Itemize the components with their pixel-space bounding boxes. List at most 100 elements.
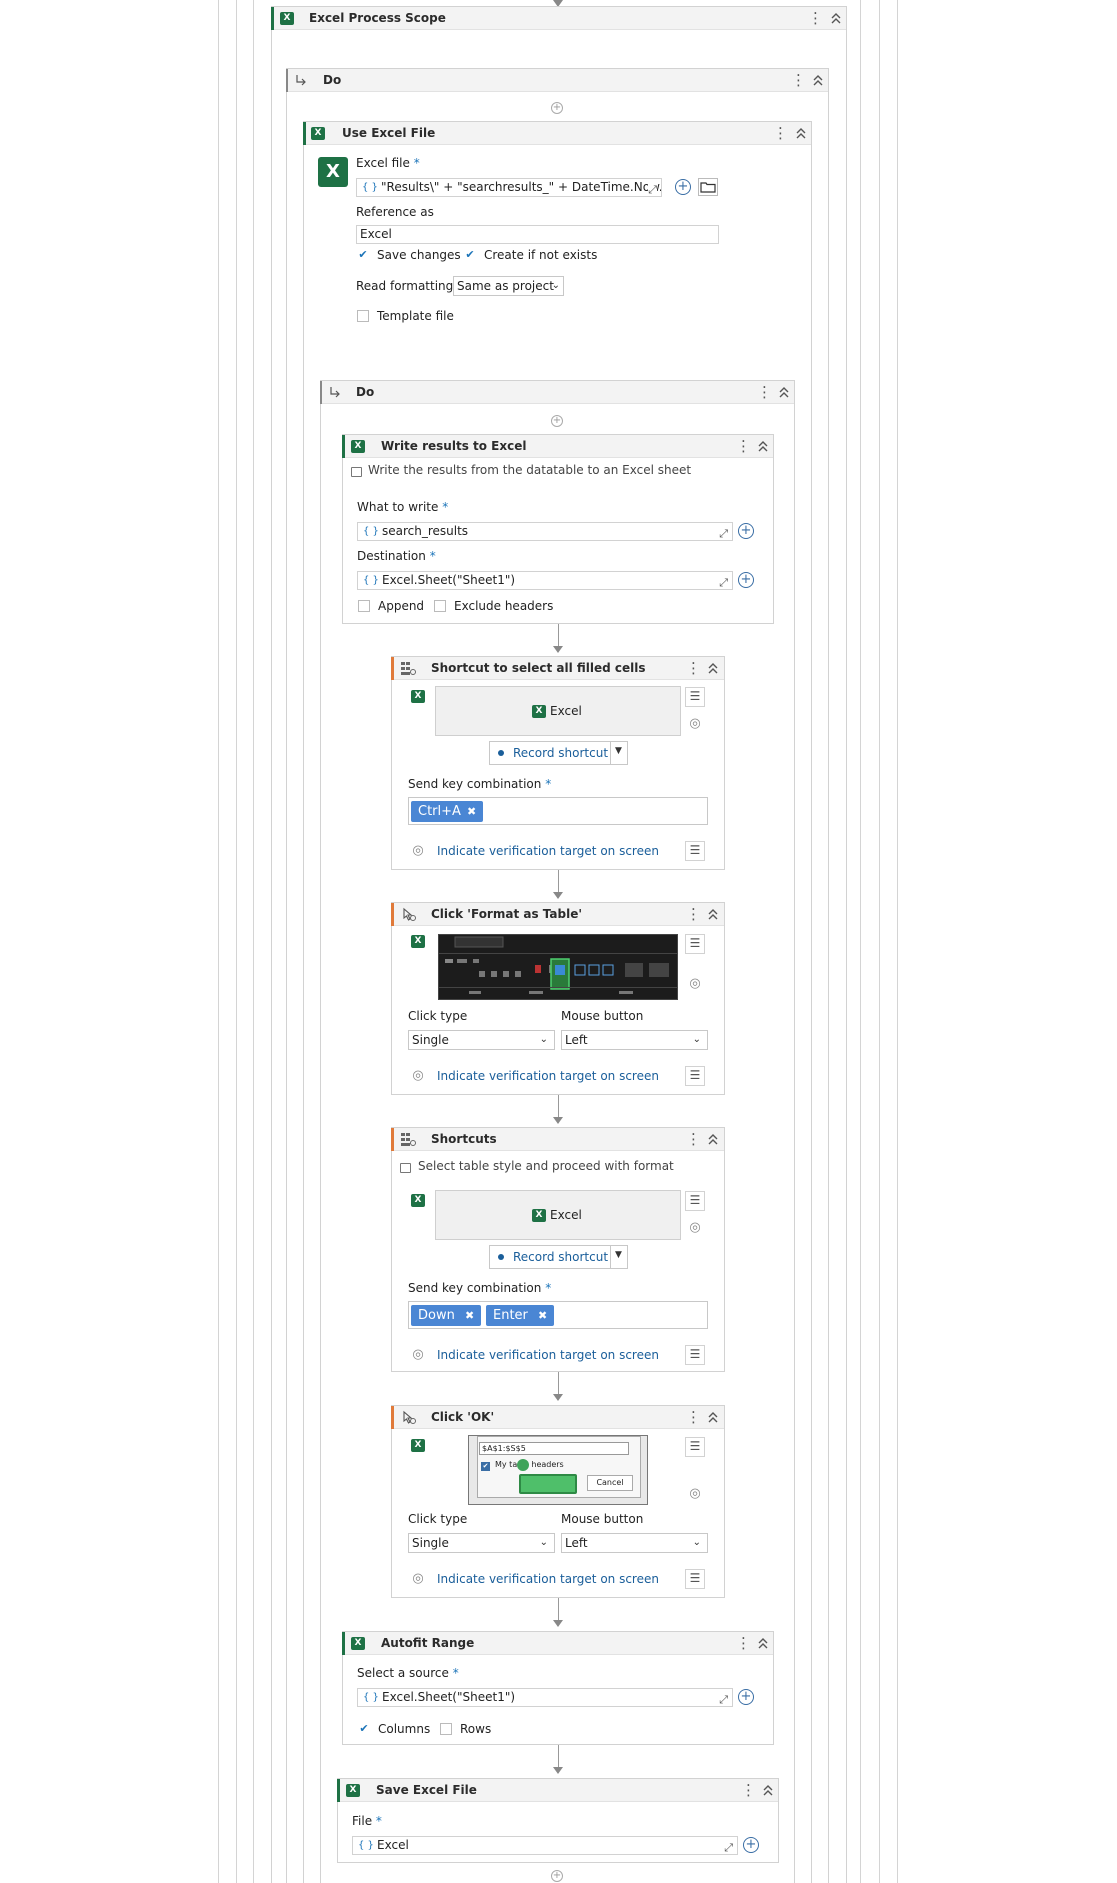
more-options-icon[interactable]: ⋮ bbox=[736, 437, 751, 455]
file-input[interactable]: { } Excel ⤢ bbox=[352, 1836, 738, 1855]
collapse-icon[interactable] bbox=[706, 1131, 720, 1147]
remove-icon[interactable]: ✖ bbox=[465, 1305, 474, 1326]
excel-icon: X bbox=[311, 127, 325, 140]
click-type-dropdown[interactable]: Single ⌄ bbox=[408, 1533, 555, 1553]
flow-connector bbox=[558, 1095, 559, 1117]
more-options-icon[interactable]: ⋮ bbox=[736, 1634, 751, 1652]
more-options-icon[interactable]: ⋮ bbox=[686, 1408, 701, 1426]
chevron-down-icon: ⌄ bbox=[551, 280, 560, 291]
expand-icon[interactable]: ⤢ bbox=[724, 1839, 733, 1854]
collapse-icon[interactable] bbox=[706, 660, 720, 676]
target-app-excel[interactable]: X Excel bbox=[435, 1190, 681, 1240]
verify-target-link[interactable]: Indicate verification target on screen bbox=[437, 844, 659, 858]
add-variable-icon[interactable]: + bbox=[738, 1689, 754, 1705]
collapse-icon[interactable] bbox=[756, 438, 770, 454]
add-variable-icon[interactable]: + bbox=[743, 1837, 759, 1853]
collapse-icon[interactable] bbox=[811, 72, 825, 88]
append-checkbox[interactable] bbox=[358, 600, 370, 612]
collapse-icon[interactable] bbox=[761, 1782, 775, 1798]
click-type-dropdown[interactable]: Single ⌄ bbox=[408, 1030, 555, 1050]
activity-title: Do bbox=[323, 73, 342, 87]
target-app-excel[interactable]: X Excel bbox=[435, 686, 681, 736]
more-options-icon[interactable]: ⋮ bbox=[757, 383, 772, 401]
add-variable-icon[interactable]: + bbox=[738, 572, 754, 588]
dropdown-arrow-icon[interactable]: ▼ bbox=[615, 1250, 622, 1260]
key-tag[interactable]: Enter ✖ bbox=[486, 1305, 554, 1326]
save-changes-checkbox[interactable]: ✔ bbox=[357, 249, 369, 261]
activity-title: Do bbox=[356, 385, 375, 399]
mouse-button-dropdown[interactable]: Left ⌄ bbox=[561, 1533, 708, 1553]
flow-arrow bbox=[553, 1394, 563, 1401]
menu-icon[interactable]: ☰ bbox=[685, 1191, 705, 1211]
menu-icon[interactable]: ☰ bbox=[685, 1569, 705, 1589]
target-icon[interactable]: ◎ bbox=[687, 1486, 703, 1502]
flow-arrow bbox=[553, 1767, 563, 1774]
target-icon[interactable]: ◎ bbox=[687, 716, 703, 732]
expand-icon[interactable]: ⤢ bbox=[719, 574, 728, 589]
template-file-checkbox[interactable] bbox=[357, 310, 369, 322]
more-options-icon[interactable]: ⋮ bbox=[686, 905, 701, 923]
menu-icon[interactable]: ☰ bbox=[685, 934, 705, 954]
read-formatting-label: Read formatting bbox=[356, 279, 454, 293]
add-activity-icon[interactable]: + bbox=[551, 1870, 563, 1882]
remove-icon[interactable]: ✖ bbox=[538, 1305, 547, 1326]
excel-file-input[interactable]: { } "Results\" + "searchresults_" + Date… bbox=[356, 178, 662, 197]
collapse-icon[interactable] bbox=[756, 1635, 770, 1651]
collapse-icon[interactable] bbox=[829, 10, 843, 26]
activity-color-bar bbox=[342, 1632, 345, 1655]
expand-icon[interactable]: ⤢ bbox=[719, 1691, 728, 1706]
menu-icon[interactable]: ☰ bbox=[685, 841, 705, 861]
click-type-label: Click type bbox=[408, 1009, 468, 1023]
record-shortcut-button[interactable]: Record shortcut ▼ bbox=[489, 741, 628, 765]
exclude-headers-checkbox[interactable] bbox=[434, 600, 446, 612]
menu-icon[interactable]: ☰ bbox=[685, 1066, 705, 1086]
add-variable-icon[interactable]: + bbox=[738, 523, 754, 539]
dropdown-arrow-icon[interactable]: ▼ bbox=[615, 746, 622, 756]
more-options-icon[interactable]: ⋮ bbox=[686, 659, 701, 677]
create-if-not-exists-checkbox[interactable]: ✔ bbox=[464, 249, 476, 261]
target-icon[interactable]: ◎ bbox=[687, 976, 703, 992]
more-options-icon[interactable]: ⋮ bbox=[741, 1781, 756, 1799]
remove-icon[interactable]: ✖ bbox=[467, 801, 476, 822]
destination-input[interactable]: { } Excel.Sheet("Sheet1") ⤢ bbox=[357, 571, 733, 590]
annotation-icon bbox=[351, 467, 362, 477]
more-options-icon[interactable]: ⋮ bbox=[773, 124, 788, 142]
add-activity-icon[interactable]: + bbox=[551, 102, 563, 114]
rows-label: Rows bbox=[460, 1722, 492, 1736]
collapse-icon[interactable] bbox=[706, 906, 720, 922]
add-variable-icon[interactable]: + bbox=[675, 179, 691, 195]
activity-title: Use Excel File bbox=[342, 126, 436, 140]
verify-target-link[interactable]: Indicate verification target on screen bbox=[437, 1348, 659, 1362]
rows-checkbox[interactable] bbox=[440, 1723, 452, 1735]
more-options-icon[interactable]: ⋮ bbox=[791, 71, 806, 89]
key-tag[interactable]: Ctrl+A ✖ bbox=[411, 801, 483, 822]
verify-target-link[interactable]: Indicate verification target on screen bbox=[437, 1572, 659, 1586]
collapse-icon[interactable] bbox=[777, 384, 791, 400]
select-source-input[interactable]: { } Excel.Sheet("Sheet1") ⤢ bbox=[357, 1688, 733, 1707]
activity-title: Shortcut to select all filled cells bbox=[431, 661, 646, 675]
target-icon[interactable]: ◎ bbox=[687, 1220, 703, 1236]
frame-line bbox=[897, 0, 898, 1883]
menu-icon[interactable]: ☰ bbox=[685, 1345, 705, 1365]
collapse-icon[interactable] bbox=[794, 125, 808, 141]
reference-as-input[interactable]: Excel bbox=[356, 225, 719, 244]
mouse-button-dropdown[interactable]: Left ⌄ bbox=[561, 1030, 708, 1050]
record-shortcut-button[interactable]: Record shortcut ▼ bbox=[489, 1245, 628, 1269]
expand-icon[interactable]: ⤢ bbox=[719, 525, 728, 540]
key-tag[interactable]: Down ✖ bbox=[411, 1305, 481, 1326]
folder-icon[interactable] bbox=[698, 178, 718, 196]
expand-icon[interactable]: ⤢ bbox=[648, 181, 657, 196]
what-to-write-input[interactable]: { } search_results ⤢ bbox=[357, 522, 733, 541]
read-formatting-dropdown[interactable]: Same as project ⌄ bbox=[453, 276, 564, 296]
verification-target-icon: ◎ bbox=[412, 1068, 424, 1083]
more-options-icon[interactable]: ⋮ bbox=[686, 1130, 701, 1148]
verify-target-link[interactable]: Indicate verification target on screen bbox=[437, 1069, 659, 1083]
excel-icon: X bbox=[280, 12, 294, 25]
click-type-label: Click type bbox=[408, 1512, 468, 1526]
add-activity-icon[interactable]: + bbox=[551, 415, 563, 427]
menu-icon[interactable]: ☰ bbox=[685, 687, 705, 707]
collapse-icon[interactable] bbox=[706, 1409, 720, 1425]
more-options-icon[interactable]: ⋮ bbox=[808, 9, 823, 27]
menu-icon[interactable]: ☰ bbox=[685, 1437, 705, 1457]
columns-checkbox[interactable]: ✔ bbox=[358, 1723, 370, 1735]
